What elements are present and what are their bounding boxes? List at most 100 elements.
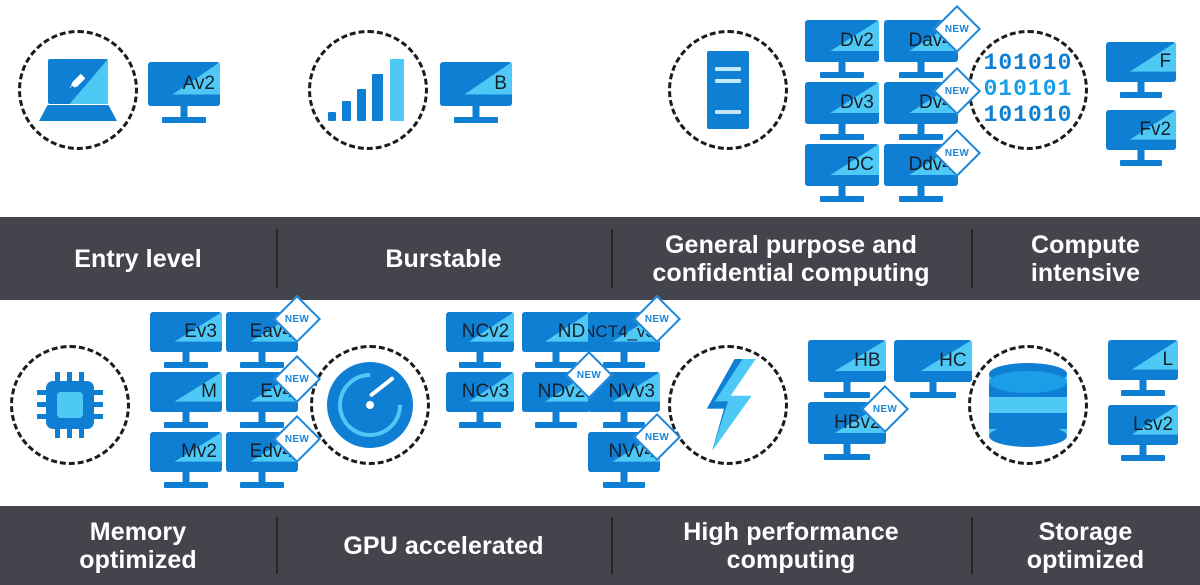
vm-label: F	[1159, 51, 1172, 72]
vm-tile-Fv2[interactable]: Fv2	[1106, 110, 1176, 166]
vm-label: NVv3	[608, 381, 655, 402]
binary-row: 101010	[983, 101, 1073, 128]
new-badge: NEW	[564, 350, 614, 400]
vm-label: HB	[854, 350, 881, 371]
vm-tile-NVv4[interactable]: NVv4 NEW	[588, 412, 682, 488]
vm-tile-F[interactable]: F	[1106, 42, 1176, 98]
chip-icon-circle	[10, 345, 130, 465]
label-line: General purpose and	[665, 230, 917, 259]
new-badge: NEW	[632, 412, 682, 462]
label-line: confidential computing	[652, 258, 930, 287]
label-line: High performance	[683, 517, 899, 546]
vm-label: B	[494, 73, 507, 94]
top-icon-row: Av2 B Dv2 Dav4 NEW Dv3 Dv4 NEW DC Ddv4 N…	[0, 0, 1200, 217]
bottom-icon-row: Ev3 Eav4 NEW M Ev4 NEW Mv2 Edv4 NEW NCv2…	[0, 294, 1200, 506]
vm-tile-Ev3[interactable]: Ev3	[150, 312, 222, 368]
binary-row: 010101	[983, 76, 1073, 103]
vm-label: HC	[939, 350, 967, 371]
new-badge: NEW	[272, 354, 322, 404]
label-line: optimized	[79, 545, 197, 574]
vm-label: Fv2	[1139, 119, 1172, 140]
category-label-compute-intensive[interactable]: Compute intensive	[971, 217, 1200, 300]
label-line: Entry level	[74, 244, 202, 273]
vm-label: M	[201, 381, 217, 402]
new-badge: NEW	[860, 384, 910, 434]
vm-tile-Av2[interactable]: Av2	[148, 62, 220, 124]
lightning-bolt-icon	[695, 359, 761, 451]
server-icon-circle	[668, 30, 788, 150]
category-label-gpu-accelerated[interactable]: GPU accelerated	[276, 506, 611, 585]
gauge-icon-circle	[310, 345, 430, 465]
new-badge-label: NEW	[644, 313, 670, 325]
category-label-burstable[interactable]: Burstable	[276, 217, 611, 300]
vm-label: Mv2	[181, 441, 217, 462]
category-label-high-performance-computing[interactable]: High performance computing	[611, 506, 971, 585]
vm-tile-NCv2[interactable]: NCv2	[446, 312, 514, 368]
gauge-icon	[324, 359, 416, 451]
new-badge-label: NEW	[644, 431, 670, 443]
new-badge: NEW	[272, 294, 322, 344]
bar-chart-icon	[326, 59, 410, 121]
new-badge: NEW	[272, 414, 322, 464]
lightning-bolt-icon-circle	[668, 345, 788, 465]
vm-series-diagram: Av2 B Dv2 Dav4 NEW Dv3 Dv4 NEW DC Ddv4 N…	[0, 0, 1200, 585]
label-line: Storage	[1038, 517, 1133, 546]
category-label-general-purpose[interactable]: General purpose and confidential computi…	[611, 217, 971, 300]
vm-label: NCv2	[461, 321, 510, 342]
vm-label: Dv2	[840, 30, 874, 51]
vm-label: Av2	[182, 73, 215, 94]
new-badge-label: NEW	[576, 369, 602, 381]
new-badge: NEW	[932, 66, 982, 116]
vm-label: ND	[557, 321, 586, 342]
new-badge-label: NEW	[872, 403, 898, 415]
vm-label: Dv3	[840, 92, 874, 113]
new-badge: NEW	[632, 294, 682, 344]
vm-tile-Dv3[interactable]: Dv3	[805, 82, 879, 140]
vm-tile-L[interactable]: L	[1108, 340, 1178, 396]
label-line: intensive	[1030, 258, 1141, 287]
chip-icon	[37, 372, 103, 438]
new-badge-label: NEW	[284, 373, 310, 385]
vm-label: Lsv2	[1132, 414, 1174, 435]
vm-tile-DC[interactable]: DC	[805, 144, 879, 202]
category-label-storage-optimized[interactable]: Storage optimized	[971, 506, 1200, 585]
label-line: optimized	[1026, 545, 1145, 574]
vm-label: Ev3	[184, 321, 217, 342]
vm-tile-Dv2[interactable]: Dv2	[805, 20, 879, 78]
vm-label: NCv3	[461, 381, 510, 402]
new-badge-label: NEW	[944, 23, 970, 35]
vm-tile-NCv3[interactable]: NCv3	[446, 372, 514, 428]
binary-icon: 101010 010101 101010	[984, 51, 1073, 128]
vm-tile-M[interactable]: M	[150, 372, 222, 428]
top-category-band: Entry level Burstable General purpose an…	[0, 217, 1200, 300]
new-badge: NEW	[932, 128, 982, 178]
laptop-icon	[39, 59, 117, 121]
vm-label: L	[1162, 349, 1174, 370]
label-line: Memory	[89, 517, 187, 546]
vm-tile-B[interactable]: B	[440, 62, 512, 124]
bottom-category-band: Memory optimized GPU accelerated High pe…	[0, 506, 1200, 585]
vm-tile-Lsv2[interactable]: Lsv2	[1108, 405, 1178, 461]
bar-chart-icon-circle	[308, 30, 428, 150]
binary-icon-circle: 101010 010101 101010	[968, 30, 1088, 150]
vm-tile-Edv4[interactable]: Edv4 NEW	[226, 414, 322, 488]
new-badge-label: NEW	[944, 147, 970, 159]
binary-row: 101010	[983, 50, 1073, 77]
category-label-entry-level[interactable]: Entry level	[0, 217, 276, 300]
category-label-memory-optimized[interactable]: Memory optimized	[0, 506, 276, 585]
vm-tile-HBv2[interactable]: HBv2 NEW	[808, 384, 910, 460]
label-line: Compute	[1030, 230, 1141, 259]
new-badge-label: NEW	[284, 313, 310, 325]
vm-tile-Mv2[interactable]: Mv2	[150, 432, 222, 488]
new-badge-label: NEW	[944, 85, 970, 97]
server-icon	[707, 51, 749, 129]
vm-tile-Ddv4[interactable]: Ddv4 NEW	[884, 128, 982, 202]
laptop-icon-circle	[18, 30, 138, 150]
vm-label: DC	[846, 154, 874, 175]
label-line: Burstable	[385, 244, 502, 273]
pen-glyph	[69, 73, 86, 91]
label-line: computing	[726, 545, 856, 574]
database-icon	[989, 363, 1067, 447]
new-badge: NEW	[932, 4, 982, 54]
label-line: GPU accelerated	[343, 531, 544, 560]
